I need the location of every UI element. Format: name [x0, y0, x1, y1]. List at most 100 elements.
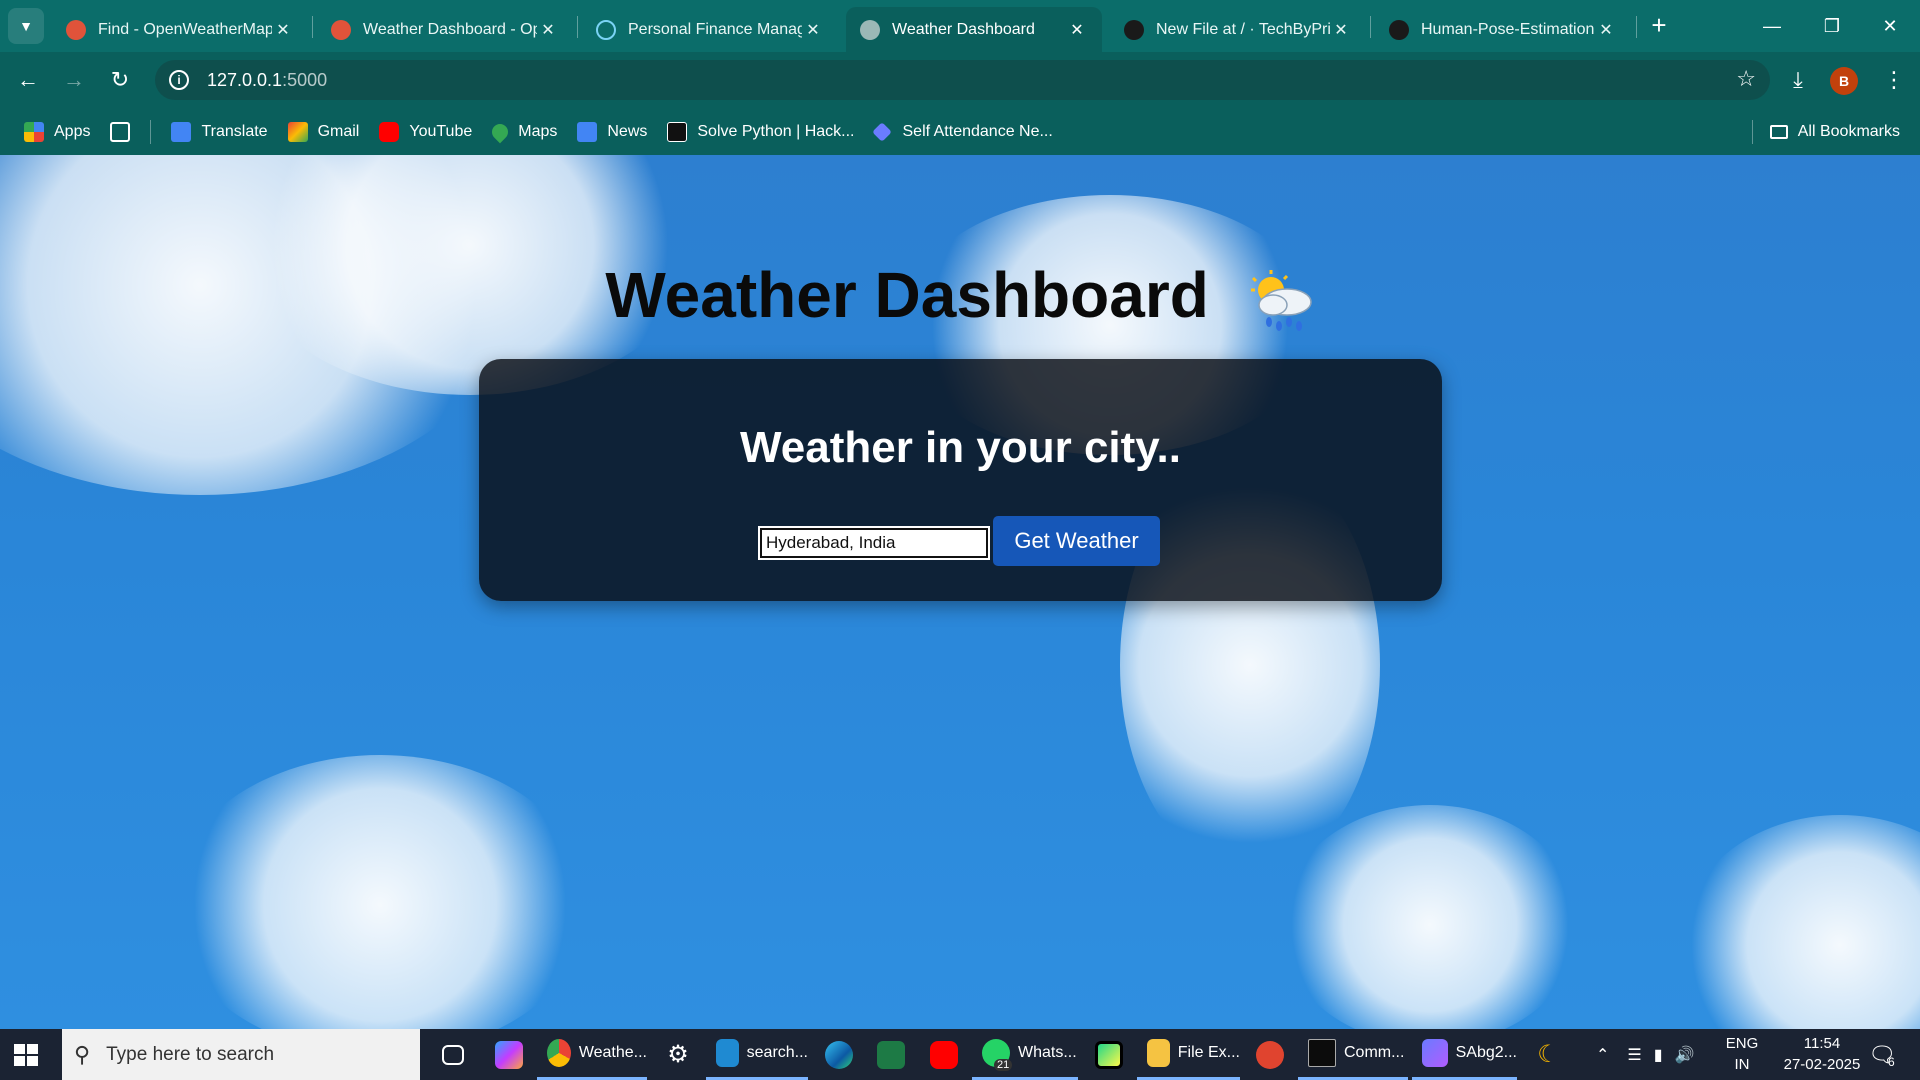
taskbar-copilot[interactable]: [485, 1029, 531, 1080]
region-code: IN: [1734, 1056, 1750, 1073]
tab-human-pose-estimation[interactable]: Human-Pose-Estimation- ✕: [1375, 7, 1631, 52]
file-explorer-icon: [1147, 1039, 1170, 1067]
tab-new-file-github[interactable]: New File at / · TechByPriy ✕: [1110, 7, 1366, 52]
forward-button[interactable]: →: [56, 62, 92, 98]
google-translate-icon: [171, 121, 192, 142]
tab-weather-dashboard-op[interactable]: Weather Dashboard - Op ✕: [317, 7, 573, 52]
panel-title: Weather in your city..: [740, 423, 1181, 472]
taskbar-photos[interactable]: SAbg2...: [1412, 1029, 1517, 1080]
pycharm-icon: [1095, 1040, 1123, 1069]
bookmark-label: YouTube: [409, 122, 473, 140]
bookmark-translate[interactable]: Translate: [171, 121, 268, 142]
bookmark-maps[interactable]: Maps: [488, 120, 557, 143]
network-icon[interactable]: ☰: [1627, 1045, 1641, 1065]
notification-badge: 21: [994, 1059, 1013, 1071]
city-input[interactable]: [758, 526, 990, 560]
bookmark-tab-groups[interactable]: [110, 121, 131, 142]
react-favicon-icon: [596, 19, 616, 40]
taskbar-night-mode[interactable]: ☾: [1524, 1029, 1570, 1080]
attendance-icon: [871, 121, 892, 142]
menu-kebab-icon[interactable]: ⋮: [1876, 62, 1912, 98]
clock-date: 27-02-2025: [1783, 1056, 1861, 1073]
cloud-decoration: [1680, 815, 1920, 1029]
input-language[interactable]: ENG IN: [1722, 1033, 1762, 1075]
tab-title: Find - OpenWeatherMap: [98, 20, 272, 38]
settings-icon: ⚙: [667, 1040, 689, 1068]
all-bookmarks-button[interactable]: All Bookmarks: [1769, 108, 1900, 155]
battery-icon[interactable]: ▮: [1654, 1045, 1663, 1065]
taskbar-clock[interactable]: 11:54 27-02-2025: [1772, 1033, 1872, 1075]
vscode-icon: [716, 1039, 739, 1067]
close-icon[interactable]: ✕: [1595, 20, 1617, 40]
windows-start-icon[interactable]: [10, 1039, 42, 1071]
tab-search-button[interactable]: ▼: [8, 8, 44, 44]
bookmark-self-attendance[interactable]: Self Attendance Ne...: [871, 121, 1053, 142]
bookmark-youtube[interactable]: YouTube: [379, 121, 473, 142]
bookmark-hackerrank[interactable]: Solve Python | Hack...: [667, 121, 855, 142]
taskbar-whatsapp[interactable]: 21 Whats...: [972, 1029, 1078, 1080]
profile-avatar[interactable]: B: [1830, 67, 1858, 95]
taskbar-item-label: File Ex...: [1177, 1044, 1240, 1061]
tab-separator: [577, 16, 578, 38]
taskbar-item-label: Whats...: [1018, 1044, 1077, 1061]
globe-favicon-icon: [860, 19, 880, 40]
restore-button[interactable]: ❐: [1812, 8, 1852, 44]
downloads-icon[interactable]: ⤓: [1780, 62, 1816, 98]
bookmarks-bar: Apps Translate Gmail YouTube Maps News S: [0, 108, 1920, 155]
browser-chrome: ▼ Find - OpenWeatherMap ✕ Weather Dashbo…: [0, 0, 1920, 155]
hackerrank-icon: [667, 121, 688, 142]
taskbar-command-prompt[interactable]: Comm...: [1298, 1029, 1408, 1080]
taskbar-pycharm[interactable]: [1085, 1029, 1131, 1080]
photos-icon: [1422, 1039, 1448, 1067]
bookmark-news[interactable]: News: [577, 121, 647, 142]
excel-icon: [877, 1040, 905, 1069]
bookmark-gmail[interactable]: Gmail: [287, 121, 359, 142]
bookmark-star-icon[interactable]: ☆: [1736, 66, 1756, 92]
page-title: Weather Dashboard: [0, 258, 1920, 332]
back-button[interactable]: ←: [10, 62, 46, 98]
new-tab-button[interactable]: +: [1643, 10, 1675, 42]
site-info-icon[interactable]: i: [169, 70, 189, 90]
taskbar-task-view[interactable]: [432, 1029, 472, 1080]
taskbar-item-label: search...: [746, 1044, 808, 1061]
taskbar-youtube[interactable]: [920, 1029, 966, 1080]
minimize-button[interactable]: —: [1752, 8, 1792, 44]
tab-find-openweathermap[interactable]: Find - OpenWeatherMap ✕: [52, 7, 308, 52]
close-icon[interactable]: ✕: [537, 20, 559, 40]
taskbar-settings[interactable]: ⚙: [654, 1029, 700, 1080]
windows-taskbar: ⚲ Type here to search Weathe... ⚙ search…: [0, 1029, 1920, 1080]
search-icon: ⚲: [74, 1041, 91, 1067]
get-weather-button[interactable]: Get Weather: [993, 516, 1160, 566]
taskbar-wps-office[interactable]: [1246, 1029, 1292, 1080]
tab-weather-dashboard-active[interactable]: Weather Dashboard ✕: [846, 7, 1102, 52]
volume-icon[interactable]: 🔊: [1675, 1045, 1695, 1065]
notification-count: 6: [1887, 1054, 1895, 1069]
bookmark-apps[interactable]: Apps: [24, 121, 91, 142]
close-icon[interactable]: ✕: [1330, 20, 1352, 40]
browser-toolbar: ← → ↻ i 127.0.0.1:5000 ☆ ⤓ B ⋮: [0, 52, 1920, 108]
taskbar-excel[interactable]: [867, 1029, 913, 1080]
window-close-button[interactable]: ✕: [1870, 8, 1910, 44]
gmail-icon: [287, 121, 308, 142]
taskbar-edge[interactable]: [815, 1029, 861, 1080]
close-icon[interactable]: ✕: [272, 20, 294, 40]
page-title-text: Weather Dashboard: [605, 259, 1209, 331]
chevron-up-icon[interactable]: ⌃: [1596, 1045, 1609, 1065]
taskbar-search-box[interactable]: ⚲ Type here to search: [62, 1029, 420, 1080]
tab-separator: [1636, 16, 1637, 38]
close-icon[interactable]: ✕: [802, 20, 824, 40]
bookmark-label: Apps: [54, 122, 91, 140]
tab-separator: [312, 16, 313, 38]
address-bar[interactable]: i 127.0.0.1:5000 ☆: [155, 60, 1770, 100]
notification-center-button[interactable]: 🗨 6: [1868, 1029, 1896, 1080]
url-text: 127.0.0.1:5000: [207, 70, 327, 91]
taskbar-chrome[interactable]: Weathe...: [537, 1029, 647, 1080]
tab-personal-finance[interactable]: Personal Finance Manage ✕: [582, 7, 838, 52]
weather-page: Weather Dashboard Weather in your city..…: [0, 155, 1920, 1029]
taskbar-file-explorer[interactable]: File Ex...: [1137, 1029, 1240, 1080]
taskbar-vscode[interactable]: search...: [706, 1029, 808, 1080]
folder-icon: [1769, 124, 1788, 139]
reload-button[interactable]: ↻: [102, 62, 138, 98]
close-icon[interactable]: ✕: [1066, 20, 1088, 40]
system-tray: ⌃ ☰ ▮ 🔊: [1596, 1029, 1694, 1080]
